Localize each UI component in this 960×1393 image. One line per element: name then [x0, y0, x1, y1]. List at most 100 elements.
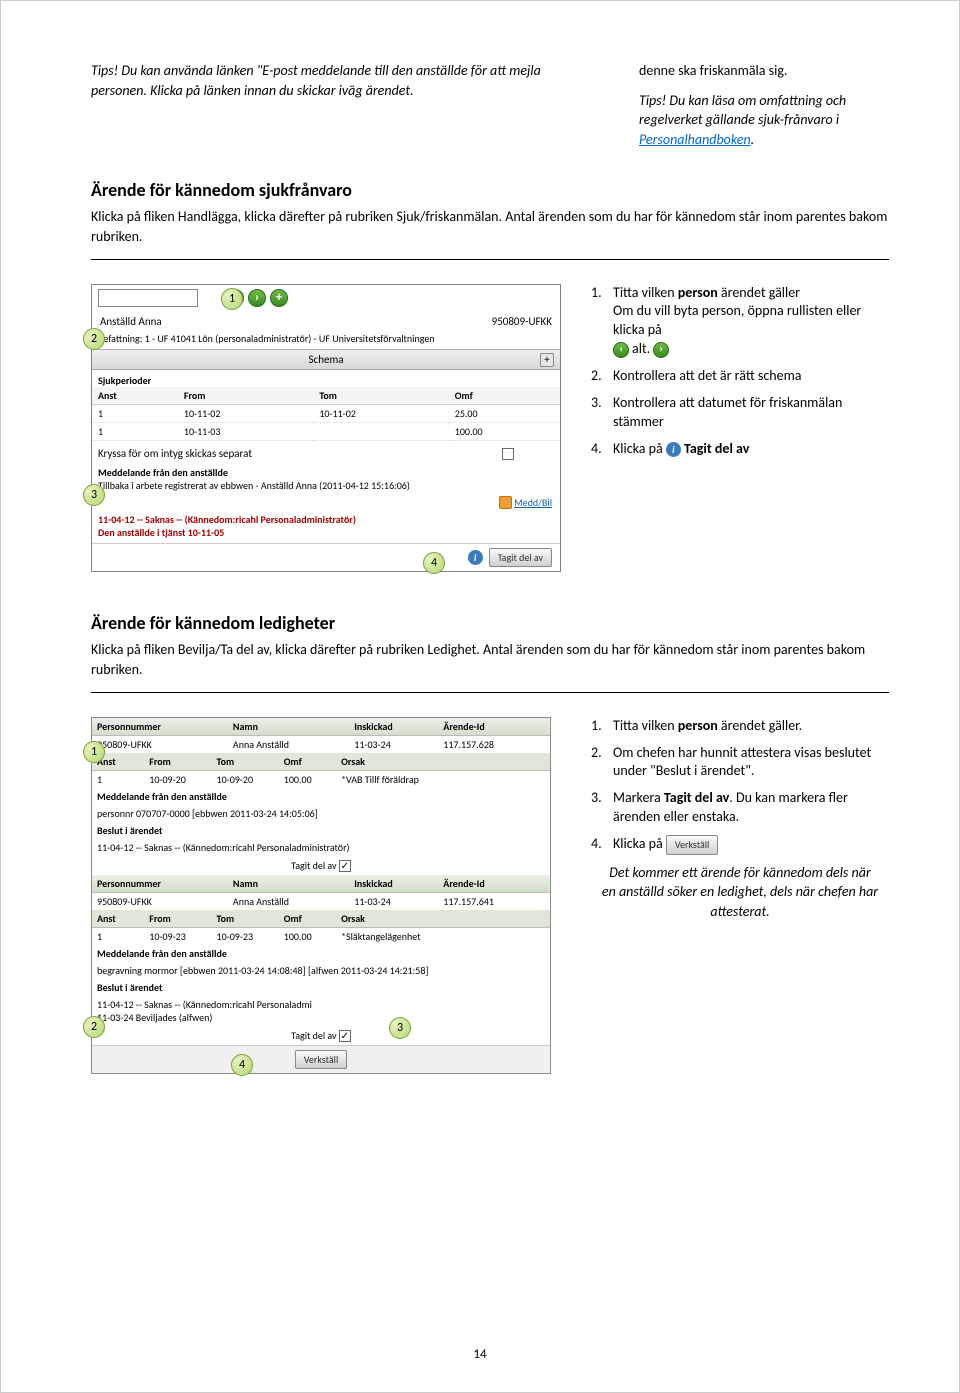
cell: Anna Anställd [228, 735, 349, 753]
cell: 100.00 [284, 930, 339, 943]
table-row[interactable]: 1 10-11-03 100.00 [92, 422, 560, 440]
marker-3b: 3 [389, 1017, 411, 1039]
step-text: Om du vill byta person, öppna rullisten … [613, 302, 861, 338]
meddbil-link[interactable]: Medd/Bil [514, 496, 552, 509]
step-1: Titta vilken person ärendet gäller Om du… [591, 284, 889, 360]
medd-text: personnr 070707-0000 [ebbwen 2011-03-24 … [92, 805, 550, 822]
cell: 11-03-24 [349, 735, 438, 753]
sick-table: Anst From Tom Omf 1 10-11-02 10-11-02 25… [92, 387, 560, 441]
cell: 25.00 [449, 404, 560, 422]
beslut-label: Beslut i ärendet [92, 979, 550, 996]
section2-heading: Ärende för kännedom ledigheter [91, 612, 889, 634]
step-text: Titta vilken [613, 284, 678, 301]
section1-body: Klicka på fliken Handlägga, klicka däref… [91, 207, 889, 246]
cell [313, 422, 448, 440]
step2-1: Titta vilken person ärendet gäller. [591, 717, 889, 736]
marker-4b: 4 [231, 1054, 253, 1076]
tagit-label: Tagit del av [291, 1029, 336, 1042]
kryss-row: Kryssa för om intyg skickas separat [92, 441, 560, 466]
cell: 1 [92, 404, 178, 422]
cell: 1 [97, 773, 147, 786]
intro-right-2: Tips! Du kan läsa om omfattning och rege… [639, 91, 889, 150]
cell: 10-09-23 [217, 930, 282, 943]
intro-right-1: denne ska friskanmäla sig. [639, 61, 889, 81]
cell: 950809-UFKK [92, 735, 228, 753]
cell: 950809-UFKK [92, 892, 228, 910]
intro-left-text: Tips! Du kan använda länken "E-post medd… [91, 61, 599, 100]
personalhandboken-link[interactable]: Personalhandboken [639, 131, 751, 148]
prev-icon: ‹ [613, 342, 629, 358]
marker-2: 2 [83, 328, 105, 350]
step-bold: Tagit del av [664, 789, 729, 806]
th: Personnummer [92, 875, 228, 893]
step-4: Klicka på i Tagit del av [591, 440, 889, 459]
table-row[interactable]: 1 10-11-02 10-11-02 25.00 [92, 404, 560, 422]
th: Orsak [341, 912, 365, 925]
th: Inskickad [349, 718, 438, 736]
cell: 10-11-02 [313, 404, 448, 422]
marker-2b: 2 [83, 1016, 105, 1038]
person-select-input[interactable] [98, 289, 198, 307]
medd-label: Meddelande från den anställde [92, 466, 560, 479]
next-person-icon[interactable]: › [248, 289, 266, 307]
table-row[interactable]: 950809-UFKK Anna Anställd 11-03-24 117.1… [92, 892, 550, 910]
section2-panel-wrap: 1 2 3 4 Personnummer Namn Inskickad Ären… [91, 717, 561, 1074]
th: Omf [284, 755, 339, 768]
nav-row: ‹ › + [92, 285, 560, 311]
step-bold: Tagit del av [684, 440, 749, 457]
th: Namn [228, 875, 349, 893]
attachment-icon[interactable] [499, 496, 512, 509]
intyg-checkbox[interactable] [502, 448, 514, 460]
tagit-label: Tagit del av [291, 859, 336, 872]
sick-panel: ‹ › + Anställd Anna 950809-UFKK Befattni… [91, 284, 561, 573]
th: Ärende-Id [438, 718, 550, 736]
th: Personnummer [92, 718, 228, 736]
step-text: Klicka på [613, 440, 666, 457]
step-text: ärendet gäller. [718, 717, 802, 734]
step2-2: Om chefen har hunnit attestera visas bes… [591, 744, 889, 782]
cell: Anna Anställd [228, 892, 349, 910]
red-line-1: 11-04-12 -- Saknas -- (Kännedom:ricahl P… [92, 513, 560, 526]
beslut-2a: 11-04-12 -- Saknas -- (Kännedom:ricahl P… [97, 998, 312, 1011]
page-number: 14 [1, 1347, 959, 1362]
section2-block: 1 2 3 4 Personnummer Namn Inskickad Ären… [91, 717, 889, 1074]
kryss-label: Kryssa för om intyg skickas separat [98, 447, 252, 460]
meddbil-row: Medd/Bil [92, 496, 560, 514]
cell: *Släktangelägenhet [341, 930, 421, 943]
cell: 100.00 [449, 422, 560, 440]
employee-id: 950809-UFKK [492, 315, 552, 328]
intro-right: denne ska friskanmäla sig. Tips! Du kan … [639, 61, 889, 149]
step-text: Markera [613, 789, 664, 806]
sjukperioder-label: Sjukperioder [92, 370, 560, 387]
th: From [149, 912, 214, 925]
medd-label: Meddelande från den anställde [92, 788, 550, 805]
schema-plus-icon[interactable]: + [540, 353, 554, 367]
befattning-row: Befattning: 1 - UF 41041 Lön (personalad… [92, 332, 560, 349]
info-icon[interactable]: i [468, 550, 483, 565]
step-text: Titta vilken [613, 717, 678, 734]
cell: 1 [92, 422, 178, 440]
tagit-del-av-button[interactable]: Tagit del av [489, 548, 552, 567]
th: Orsak [341, 755, 365, 768]
section1-heading: Ärende för kännedom sjukfrånvaro [91, 179, 889, 201]
marker-1: 1 [221, 288, 243, 310]
add-icon[interactable]: + [270, 289, 288, 307]
th-from: From [178, 387, 313, 405]
tagit-checkbox-1[interactable] [339, 860, 351, 872]
verkstall-button-panel[interactable]: Verkställ [295, 1050, 348, 1069]
beslut-text: 11-04-12 -- Saknas -- (Kännedom:ricahl P… [92, 839, 550, 856]
cell: 10-11-02 [178, 404, 313, 422]
step-bold: person [678, 284, 718, 301]
step-text: Klicka på [613, 835, 666, 852]
page: Tips! Du kan använda länken "E-post medd… [0, 0, 960, 1393]
table-row[interactable]: 1 10-09-20 10-09-20 100.00 *VAB Tillf fö… [92, 770, 550, 788]
leave-panel: Personnummer Namn Inskickad Ärende-Id 95… [91, 717, 551, 1074]
intro-right-2-prefix: Tips! Du kan läsa om omfattning och rege… [639, 92, 846, 129]
tagit-checkbox-2[interactable] [339, 1030, 351, 1042]
cell: 10-11-03 [178, 422, 313, 440]
tillbaka-text: Tillbaka i arbete registrerat av ebbwen … [92, 479, 560, 496]
table-row[interactable]: 1 10-09-23 10-09-23 100.00 *Släktangeläg… [92, 927, 550, 945]
marker-3: 3 [83, 484, 105, 506]
verkstall-button-inline[interactable]: Verkställ [666, 835, 719, 855]
table-row[interactable]: 950809-UFKK Anna Anställd 11-03-24 117.1… [92, 735, 550, 753]
